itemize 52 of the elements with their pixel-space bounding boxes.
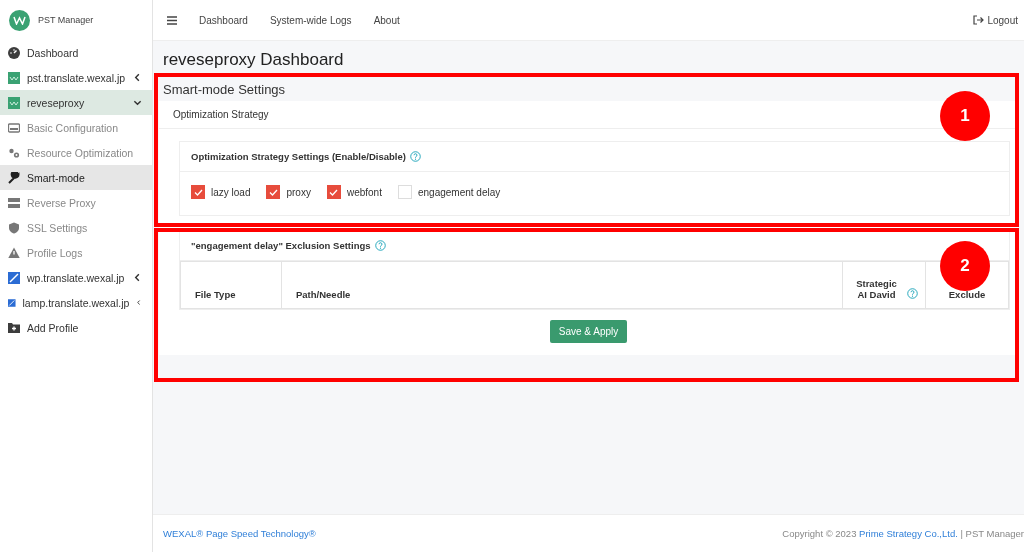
page-title: reveseproxy Dashboard — [163, 50, 345, 70]
sidebar-item[interactable]: Dashboard — [0, 40, 152, 65]
checkbox-label: lazy load — [211, 186, 251, 198]
checkbox[interactable] — [266, 185, 281, 199]
column-header: Exclude — [948, 289, 986, 300]
sidebar-subitem[interactable]: SSL Settings — [0, 215, 152, 240]
section-heading: Optimization Strategy Settings (Enable/Disable) — [191, 151, 406, 162]
checkbox-label: engagement delay — [417, 186, 501, 198]
sidebar-subitem[interactable]: Profile Logs — [0, 240, 152, 265]
section-tab[interactable]: Optimization Strategy — [173, 109, 269, 120]
column-header: Strategic AI David — [855, 278, 898, 300]
nav-link[interactable]: System-wide Logs — [269, 14, 352, 26]
wrench-icon — [8, 171, 20, 184]
sidebar-subitem[interactable]: Basic Configuration — [0, 115, 152, 140]
help-icon[interactable] — [409, 151, 421, 162]
sidebar-item[interactable]: Add Profile — [0, 315, 152, 340]
chevron-down-icon[interactable] — [133, 98, 142, 107]
checkbox[interactable] — [326, 185, 341, 199]
gauge-icon — [8, 46, 20, 59]
checkbox-label: webfont — [346, 186, 382, 198]
panel-icon — [8, 121, 20, 134]
app-title: PST Manager — [38, 15, 94, 25]
shield-icon — [8, 221, 20, 234]
company-link[interactable]: Prime Strategy Co.,Ltd. — [859, 528, 958, 539]
sidebar-item[interactable]: wp.translate.wexal.jp — [0, 265, 152, 290]
column-header: File Type — [195, 289, 236, 300]
folder-plus-icon — [8, 322, 20, 333]
warning-icon — [8, 246, 20, 259]
nav-link[interactable]: About — [373, 14, 400, 26]
sidebar-item[interactable]: lamp.translate.wexal.jp — [0, 290, 152, 315]
logout-link[interactable]: Logout — [973, 14, 1018, 26]
sidebar-subitem[interactable]: Smart-mode — [0, 165, 152, 190]
footer-suffix: | PST Manager — [960, 528, 1024, 539]
sidebar-item[interactable]: pst.translate.wexal.jp — [0, 65, 152, 90]
card-title: Smart-mode Settings — [159, 78, 1018, 101]
checkbox[interactable] — [191, 185, 205, 199]
section-heading: "engagement delay" Exclusion Settings — [191, 240, 371, 251]
chevron-left-icon[interactable] — [133, 273, 142, 282]
column-header: Path/Needle — [296, 289, 351, 300]
sidebar-item[interactable]: reveseproxy — [0, 90, 152, 115]
footer-brand: WEXAL® Page Speed Technology® — [163, 528, 316, 539]
help-icon[interactable] — [374, 240, 386, 251]
copyright-text: Copyright © 2023 — [782, 528, 857, 539]
help-icon[interactable] — [906, 288, 918, 299]
nav-link[interactable]: Dashboard — [199, 14, 248, 26]
sidebar-subitem[interactable]: Resource Optimization — [0, 140, 152, 165]
sidebar-subitem[interactable]: Reverse Proxy — [0, 190, 152, 215]
chevron-left-icon[interactable] — [133, 73, 142, 82]
checkbox-label: proxy — [286, 186, 311, 198]
logo-icon — [9, 9, 30, 31]
server-icon — [8, 196, 20, 209]
logout-icon — [973, 15, 985, 25]
